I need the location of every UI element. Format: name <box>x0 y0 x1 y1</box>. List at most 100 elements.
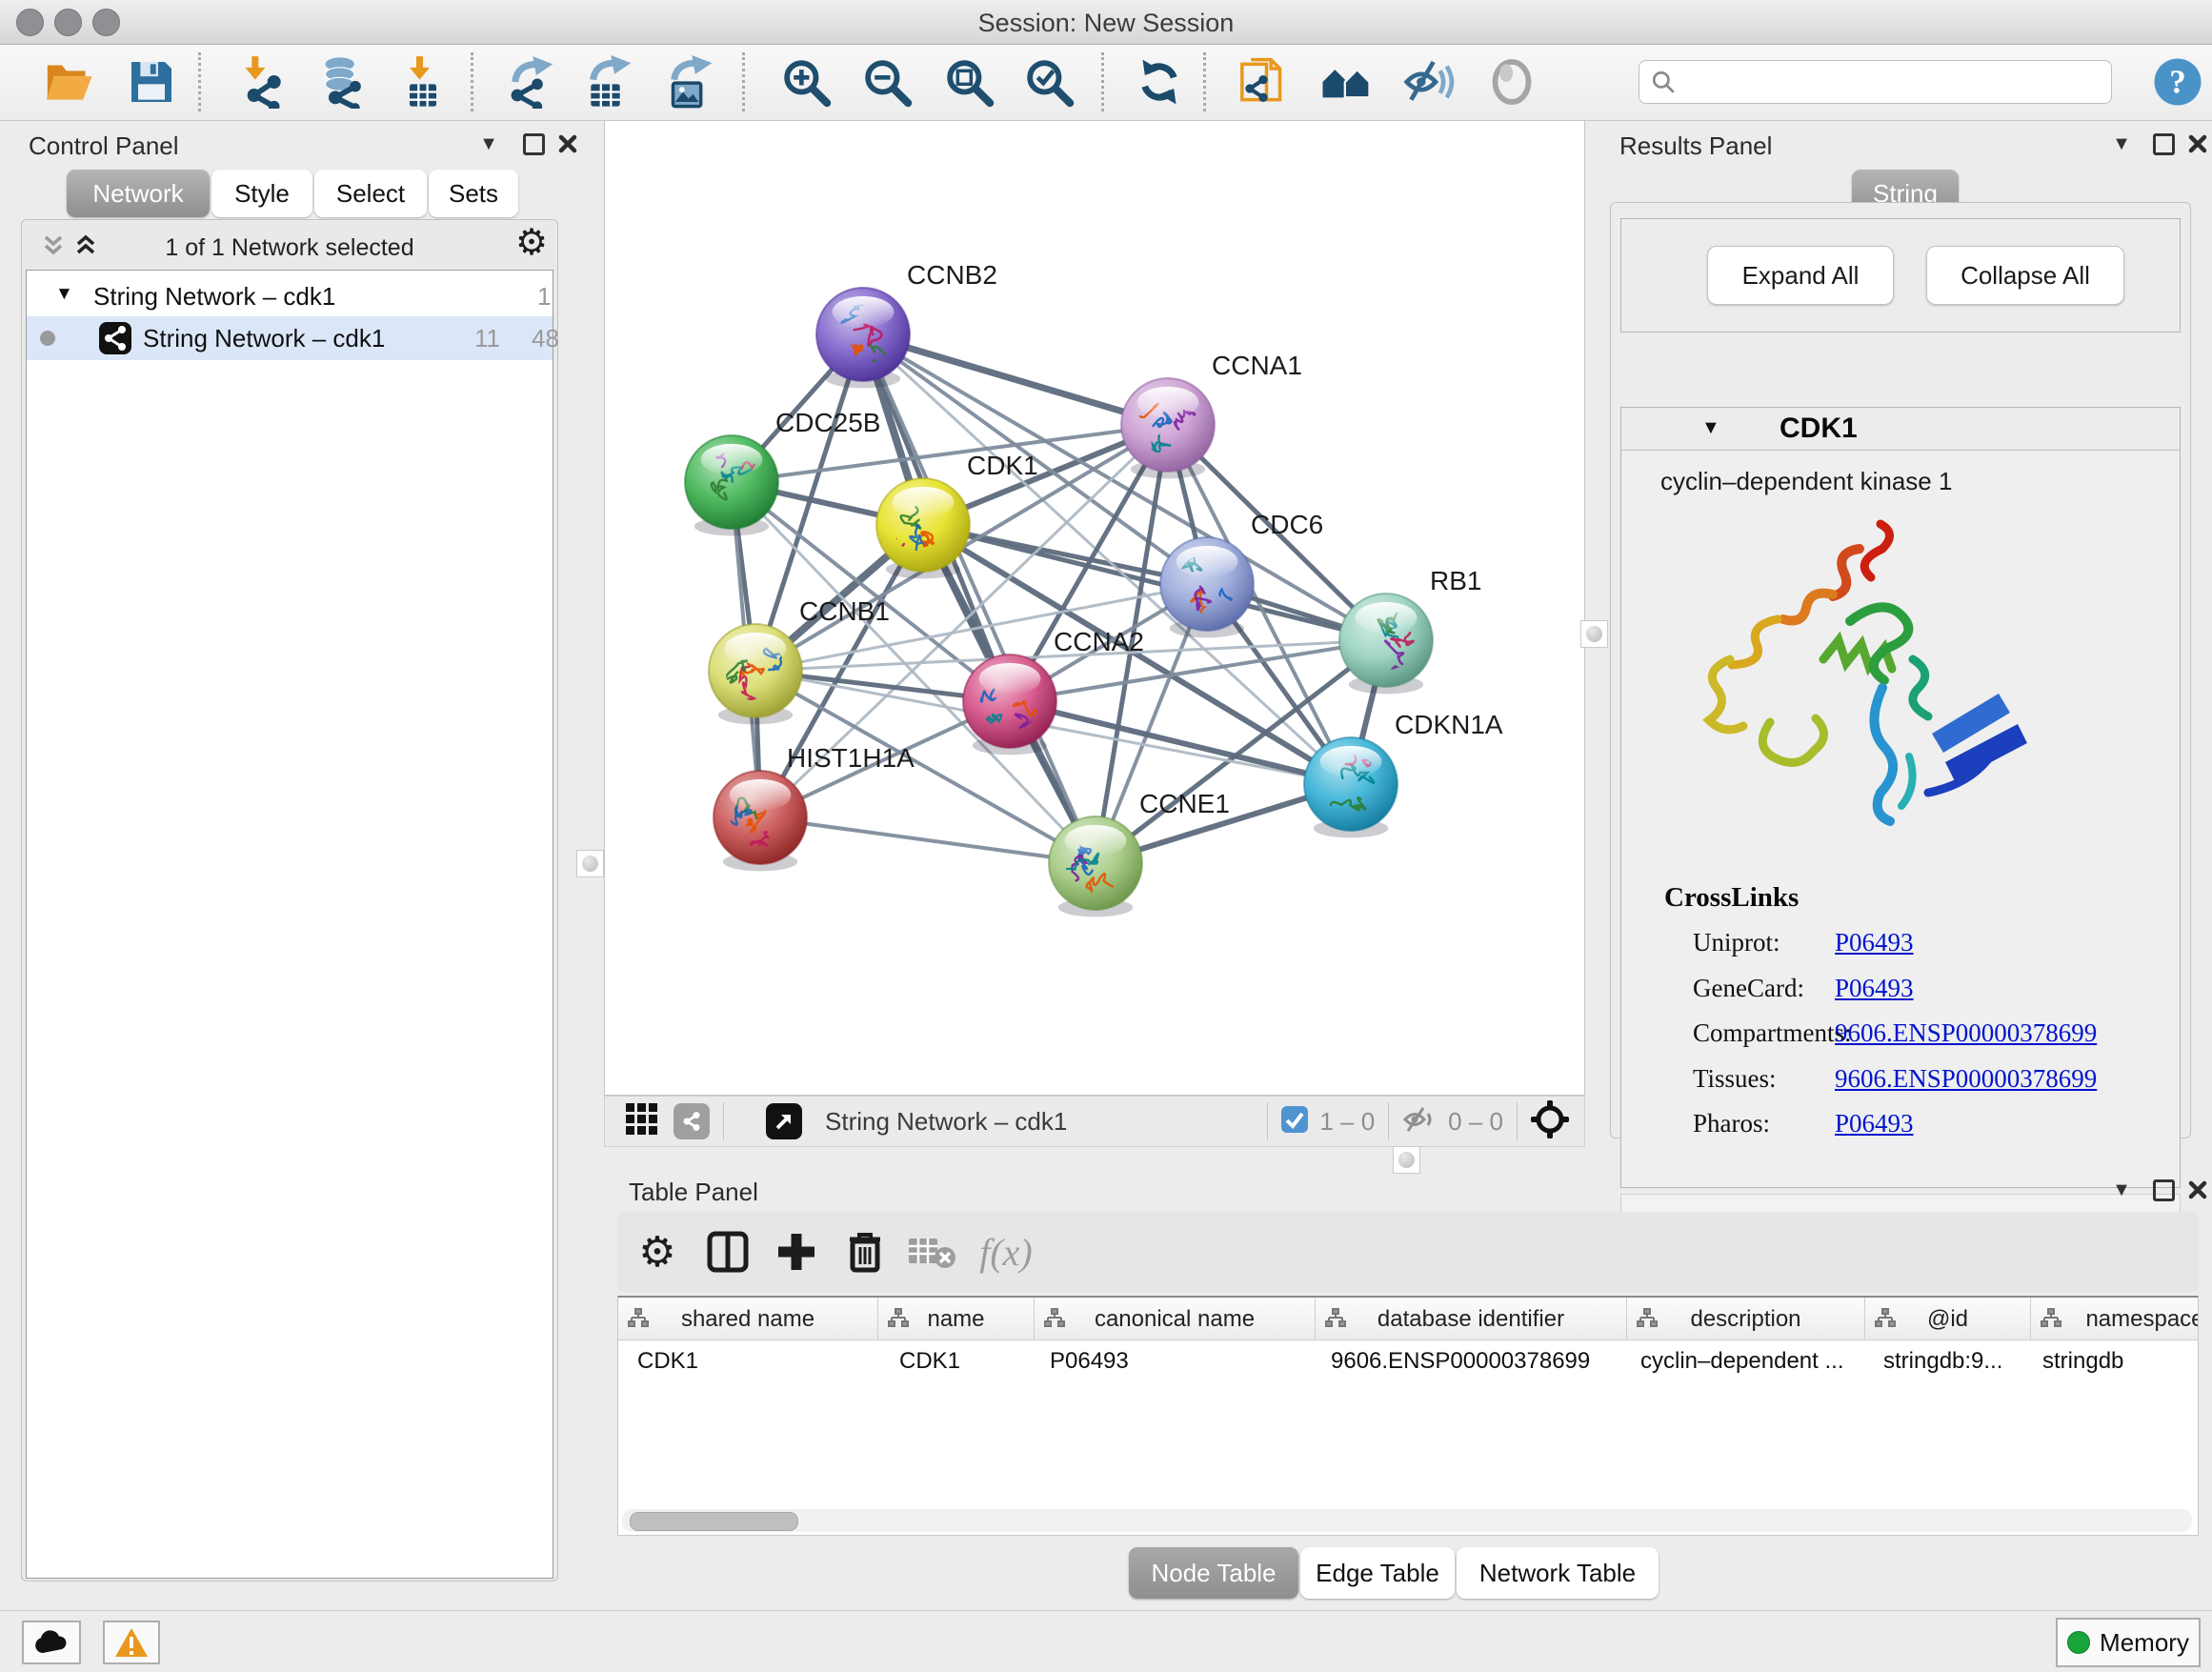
export-table-icon <box>582 55 635 109</box>
tab-select[interactable]: Select <box>314 170 427 217</box>
tab-edge-table[interactable]: Edge Table <box>1300 1547 1455 1599</box>
export-network-button[interactable] <box>498 50 563 114</box>
column-header[interactable]: namespace <box>2031 1298 2199 1340</box>
inactive-eye-button[interactable] <box>1479 50 1544 114</box>
collection-count: 1 <box>537 282 551 312</box>
zoom-selected-button[interactable] <box>1016 50 1081 114</box>
network-node-CDKN1A[interactable] <box>1304 737 1398 837</box>
panel-close-icon[interactable] <box>553 130 582 158</box>
split-columns-button[interactable] <box>699 1223 756 1280</box>
share-document-icon <box>1237 55 1290 109</box>
search-box[interactable] <box>1639 60 2112 104</box>
column-header[interactable]: name <box>878 1298 1035 1340</box>
add-column-button[interactable] <box>768 1223 825 1280</box>
gear-icon[interactable]: ⚙ <box>629 1223 686 1280</box>
export-table-button[interactable] <box>576 50 641 114</box>
left-splitter-handle[interactable] <box>576 850 604 877</box>
column-header[interactable]: @id <box>1865 1298 2031 1340</box>
zoom-in-button[interactable] <box>774 50 838 114</box>
refresh-view-button[interactable] <box>1127 50 1192 114</box>
column-header[interactable]: database identifier <box>1316 1298 1627 1340</box>
share-document-button[interactable] <box>1231 50 1296 114</box>
zoom-out-button[interactable] <box>855 50 919 114</box>
panel-menu-icon[interactable]: ▼ <box>474 130 503 158</box>
open-in-new-button[interactable] <box>766 1103 802 1139</box>
network-node-RB1[interactable] <box>1339 594 1433 694</box>
share-view-button[interactable] <box>674 1103 710 1139</box>
collection-expander-icon[interactable]: ▼ <box>55 284 73 305</box>
expand-all-button[interactable]: Expand All <box>1707 246 1894 305</box>
network-edge[interactable] <box>923 525 1386 640</box>
save-session-button[interactable] <box>119 50 184 114</box>
import-table-button[interactable] <box>391 50 455 114</box>
import-network-file-button[interactable] <box>231 50 295 114</box>
node-entry-header[interactable]: ▼ CDK1 <box>1621 408 2180 451</box>
collapse-all-button[interactable]: Collapse All <box>1926 246 2124 305</box>
crosslink-link[interactable]: P06493 <box>1835 928 1914 957</box>
column-header[interactable]: canonical name <box>1035 1298 1316 1340</box>
tab-style[interactable]: Style <box>211 170 312 217</box>
delete-column-button[interactable] <box>836 1223 894 1280</box>
zoom-fit-button[interactable] <box>936 50 1001 114</box>
export-image-button[interactable] <box>657 50 722 114</box>
crosslink-link[interactable]: 9606.ENSP00000378699 <box>1835 1064 2097 1094</box>
toolbar-divider <box>1203 52 1206 111</box>
network-canvas[interactable]: CCNB2CCNA1CDC25BCDK1CDC6RB1CCNB1CCNA2CDK… <box>604 120 1585 1096</box>
panel-float-icon[interactable] <box>2149 130 2178 158</box>
import-network-database-button[interactable] <box>310 50 374 114</box>
string-network-icon <box>99 322 131 359</box>
panel-float-icon[interactable] <box>519 130 548 158</box>
table-scrollbar-thumb[interactable] <box>630 1512 798 1531</box>
zoom-fit-icon <box>942 55 995 109</box>
tab-node-table[interactable]: Node Table <box>1129 1547 1298 1599</box>
network-node-HIST1H1A[interactable] <box>714 771 807 871</box>
function-builder-button[interactable]: f(x) <box>977 1223 1035 1280</box>
network-graph[interactable]: CCNB2CCNA1CDC25BCDK1CDC6RB1CCNB1CCNA2CDK… <box>605 121 1584 1095</box>
crosslink-link[interactable]: 9606.ENSP00000378699 <box>1835 1018 2097 1048</box>
open-session-button[interactable] <box>36 50 101 114</box>
panel-close-icon[interactable] <box>2183 1176 2212 1204</box>
network-collection-row[interactable]: ▼ String Network – cdk1 1 <box>27 274 553 316</box>
home-button[interactable] <box>1314 50 1378 114</box>
network-row[interactable]: String Network – cdk1 11 48 <box>27 316 553 360</box>
network-view-title: String Network – cdk1 <box>825 1107 1067 1137</box>
panel-float-icon[interactable] <box>2149 1176 2178 1204</box>
gear-icon[interactable]: ⚙ <box>517 228 546 256</box>
network-node-CCNA1[interactable] <box>1117 378 1215 478</box>
birdseye-icon <box>1531 1100 1569 1138</box>
status-bar: Memory <box>0 1610 2212 1672</box>
column-header[interactable]: shared name <box>618 1298 878 1340</box>
eye-slash-icon <box>1402 55 1456 109</box>
memory-button[interactable]: Memory <box>2056 1618 2201 1667</box>
column-header[interactable]: description <box>1627 1298 1865 1340</box>
network-edge[interactable] <box>863 334 1168 425</box>
panel-close-icon[interactable] <box>2183 130 2212 158</box>
warning-button[interactable] <box>103 1621 160 1664</box>
panel-menu-icon[interactable]: ▼ <box>2107 1176 2136 1204</box>
crosslink-link[interactable]: P06493 <box>1835 1109 1914 1138</box>
hidden-indicator-icon[interactable] <box>1402 1105 1437 1138</box>
selected-checkbox[interactable] <box>1281 1106 1308 1138</box>
network-edge[interactable] <box>863 334 1096 863</box>
cell-id: stringdb:9... <box>1883 1348 2002 1375</box>
network-node-CCNE1[interactable] <box>1049 816 1142 917</box>
tab-network-table[interactable]: Network Table <box>1457 1547 1659 1599</box>
tab-sets[interactable]: Sets <box>429 170 518 217</box>
network-edge-count: 48 <box>532 324 559 353</box>
crosslink-link[interactable]: P06493 <box>1835 974 1914 1003</box>
entry-expander-icon[interactable]: ▼ <box>1701 417 1720 439</box>
tab-network[interactable]: Network <box>67 170 210 217</box>
network-node-CDC25B[interactable] <box>685 435 778 535</box>
help-button[interactable]: ? <box>2145 50 2210 114</box>
hide-eye-button[interactable] <box>1397 50 1461 114</box>
window-title: Session: New Session <box>0 9 2212 38</box>
table-scrollbar-track[interactable] <box>622 1509 2192 1532</box>
grid-view-button[interactable] <box>624 1101 660 1142</box>
network-edge[interactable] <box>760 817 1096 863</box>
birdseye-button[interactable] <box>1531 1100 1569 1143</box>
delete-table-button[interactable] <box>903 1223 960 1280</box>
search-input[interactable] <box>1683 68 2111 96</box>
panel-menu-icon[interactable]: ▼ <box>2107 130 2136 158</box>
cloud-button[interactable] <box>22 1621 81 1664</box>
network-node-CCNB1[interactable] <box>709 624 802 724</box>
